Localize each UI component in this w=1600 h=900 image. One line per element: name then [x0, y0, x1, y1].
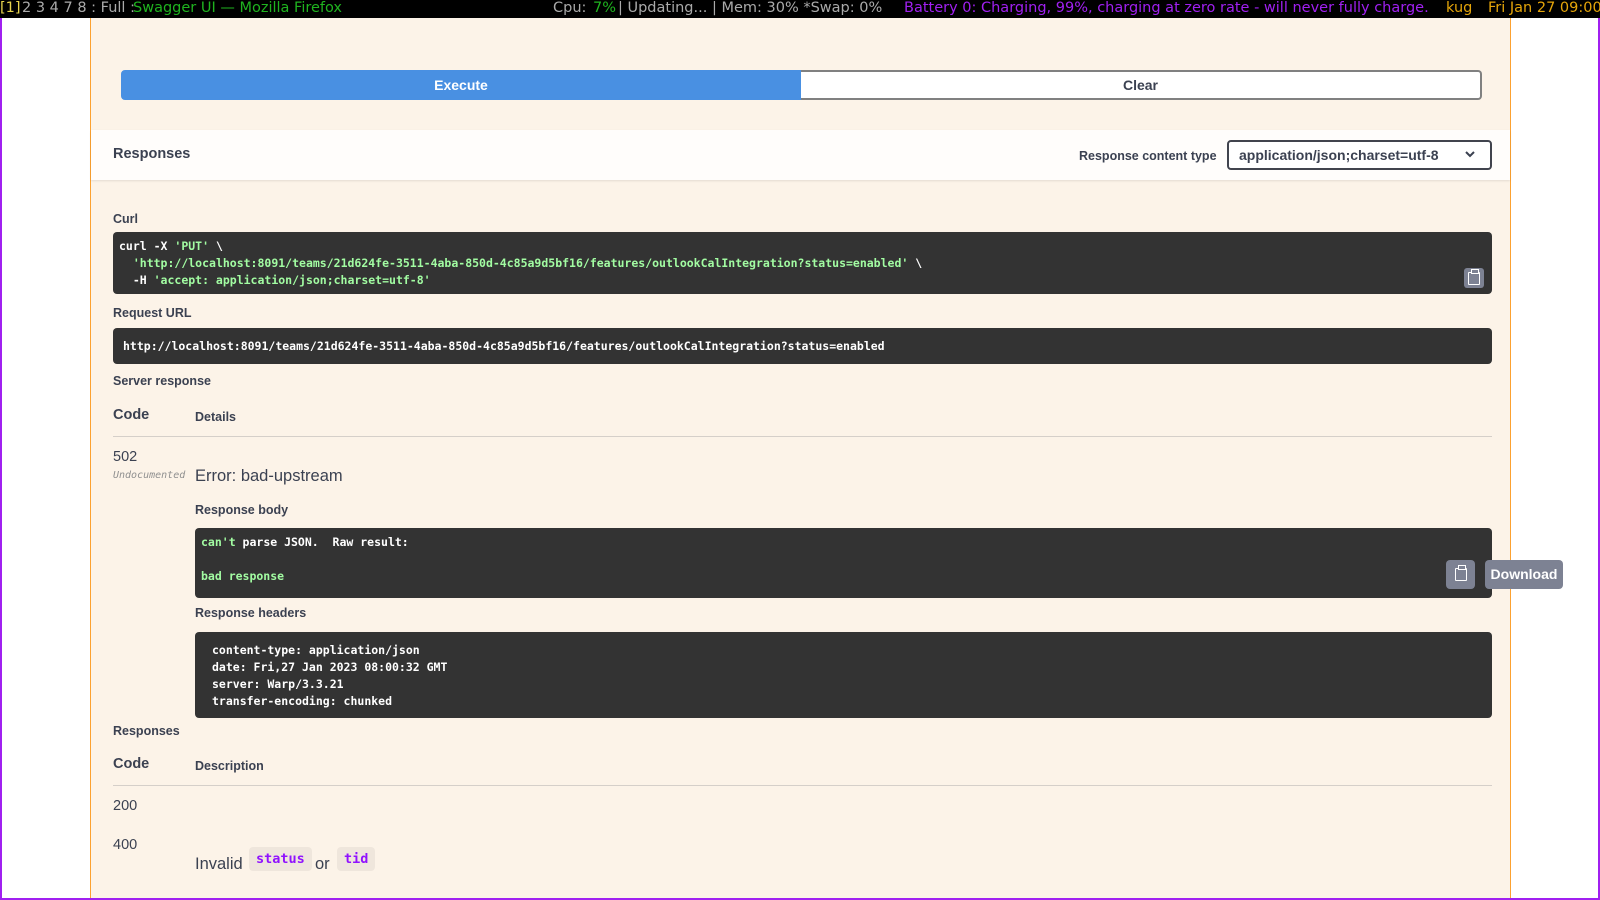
request-url-value[interactable]: http://localhost:8091/teams/21d624fe-351…	[113, 328, 1492, 364]
description-text: or	[315, 855, 330, 873]
system-status-bar: [1] 2 3 4 7 8 : Full : Swagger UI — Mozi…	[0, 0, 1600, 18]
curl-line-2: 'http://localhost:8091/teams/21d624fe-35…	[132, 256, 923, 270]
responses-header: Responses Response content type applicat…	[91, 130, 1510, 180]
responses-title: Responses	[113, 146, 191, 162]
user-name: kug	[1446, 0, 1473, 16]
response-body-block[interactable]: can't parse JSON. Raw result: bad respon…	[195, 528, 1563, 598]
response-header-line: server: Warp/3.3.21	[212, 677, 344, 691]
clock: Fri Jan 27 09:00	[1488, 0, 1600, 16]
execute-wrapper: Execute Clear	[121, 70, 1482, 100]
workspace-current[interactable]: [1]	[0, 0, 21, 17]
response-code: 400	[113, 837, 138, 853]
workspace-list[interactable]: 2 3 4 7 8 : Full :	[22, 0, 135, 17]
response-code: 200	[113, 798, 138, 814]
operation-block-put: Execute Clear Responses Response content…	[90, 18, 1563, 898]
download-button[interactable]: Download	[1485, 560, 1563, 589]
execute-button[interactable]: Execute	[121, 70, 801, 100]
window-title: Swagger UI — Mozilla Firefox	[133, 0, 343, 16]
content-type-value: application/json;charset=utf-8	[1239, 147, 1439, 163]
curl-line-1: curl -X 'PUT' \	[119, 239, 223, 253]
param-chip: tid	[337, 847, 376, 871]
responses-code-header: Code	[113, 756, 150, 772]
browser-window: Execute Clear Responses Response content…	[0, 18, 1600, 900]
error-message: Error: bad-upstream	[195, 467, 343, 485]
response-header-line: date: Fri,27 Jan 2023 08:00:32 GMT	[212, 660, 448, 674]
content-type-label: Response content type	[1079, 149, 1217, 163]
cpu-value: 7%	[593, 0, 617, 16]
content-type-select[interactable]: application/json;charset=utf-8	[1227, 140, 1492, 170]
server-code-header: Code	[113, 407, 150, 423]
response-code: 502	[113, 449, 138, 465]
system-status: | Updating... | Mem: 30% *Swap: 0%	[618, 0, 883, 16]
copy-icon[interactable]	[1446, 560, 1475, 589]
battery-status: Battery 0: Charging, 99%, charging at ze…	[904, 0, 1429, 16]
param-chip: status	[249, 847, 312, 871]
chevron-down-icon	[1464, 142, 1476, 177]
curl-line-3: -H 'accept: application/json;charset=utf…	[119, 273, 431, 287]
response-headers-label: Response headers	[195, 606, 307, 620]
responses-description-header: Description	[195, 759, 264, 773]
description-text: Invalid	[195, 855, 243, 873]
cpu-label: Cpu:	[553, 0, 587, 16]
response-body-label: Response body	[195, 503, 289, 517]
request-url-label: Request URL	[113, 306, 192, 320]
response-headers-block[interactable]: content-type: application/json date: Fri…	[195, 632, 1492, 718]
curl-command-block[interactable]: curl -X 'PUT' \ 'http://localhost:8091/t…	[113, 232, 1492, 294]
response-header-line: transfer-encoding: chunked	[212, 694, 393, 708]
responses-label: Responses	[113, 724, 180, 738]
server-response-label: Server response	[113, 374, 211, 388]
curl-label: Curl	[113, 212, 138, 226]
server-details-header: Details	[195, 410, 236, 424]
clear-button[interactable]: Clear	[801, 70, 1482, 100]
copy-icon[interactable]	[1464, 268, 1484, 288]
response-header-line: content-type: application/json	[212, 643, 420, 657]
divider	[113, 785, 1492, 786]
undocumented-label: Undocumented	[113, 470, 186, 481]
divider	[113, 436, 1492, 437]
